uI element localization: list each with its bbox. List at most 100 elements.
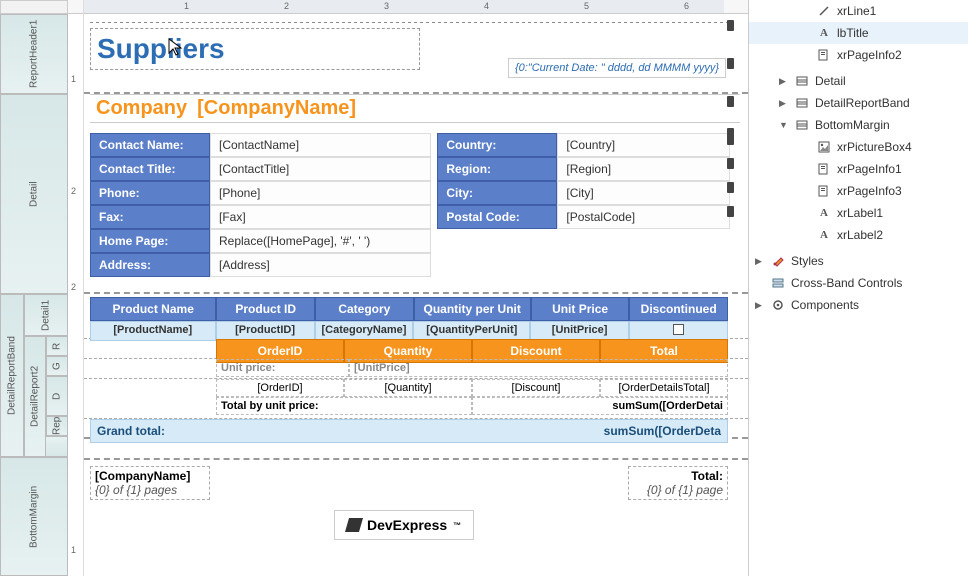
band-blank-sep <box>84 439 748 460</box>
band-label-detailreport2[interactable]: DetailReport2 <box>24 336 46 457</box>
unitprice-val[interactable]: [UnitPrice] <box>349 359 728 377</box>
order-row[interactable]: [OrderID] [Quantity] [Discount] [OrderDe… <box>216 379 728 397</box>
th-productname[interactable]: Product Name <box>90 297 216 321</box>
styles-icon <box>771 254 785 268</box>
footer-pages-expr: {0} of {1} pages <box>95 483 205 497</box>
band-label-bottommargin[interactable]: BottomMargin <box>0 457 68 576</box>
tree-item-xrlabel1[interactable]: AxrLabel1 <box>749 202 968 224</box>
band-sub-g-body[interactable]: Unit price: [UnitPrice] <box>84 359 748 379</box>
field-value[interactable]: [Fax] <box>210 205 431 229</box>
field-label: Region: <box>437 157 557 181</box>
field-value[interactable]: [Region] <box>557 157 730 181</box>
td[interactable]: [CategoryName] <box>315 321 414 341</box>
th-category[interactable]: Category <box>315 297 414 321</box>
tree-item-components[interactable]: ▶Components <box>749 294 968 316</box>
field-label: Fax: <box>90 205 210 229</box>
canvas[interactable]: 1 2 3 4 5 6 Suppliers {0:"Current Date: … <box>84 0 748 576</box>
band-label-nested: DetailReportBand Detail1 DetailReport2 R… <box>0 294 68 457</box>
td[interactable]: [Quantity] <box>344 379 472 397</box>
band-label-reportheader[interactable]: ReportHeader1 <box>0 14 68 94</box>
field-value[interactable]: [ContactTitle] <box>210 157 431 181</box>
td[interactable]: [Discount] <box>472 379 600 397</box>
vertical-ruler: 1 2 2 1 <box>68 0 84 576</box>
field-value[interactable]: [City] <box>557 181 730 205</box>
pic-icon <box>817 140 831 154</box>
hruler-num: 4 <box>484 1 489 11</box>
expand-arrow-icon[interactable]: ▶ <box>755 256 765 267</box>
field-value[interactable]: Replace([HomePage], '#', ' ') <box>210 229 431 253</box>
band-sub-rep-body[interactable]: Grand total: sumSum([OrderDeta <box>84 419 748 439</box>
band-label-gutter: ReportHeader1 Detail DetailReportBand De… <box>0 0 68 576</box>
td[interactable]: [OrderID] <box>216 379 344 397</box>
footer-total[interactable]: Total: {0} of {1} page <box>628 466 728 500</box>
band-sub-r-body[interactable]: OrderID Quantity Discount Total <box>84 339 748 359</box>
expand-arrow-icon[interactable]: ▶ <box>779 98 789 109</box>
hruler-num: 1 <box>184 1 189 11</box>
field-value[interactable]: [Address] <box>210 253 431 277</box>
th-discontinued[interactable]: Discontinued <box>629 297 728 321</box>
A-icon: A <box>817 206 831 220</box>
tree-item-bottommargin[interactable]: ▼ BottomMargin <box>749 114 968 136</box>
band-detail1-body[interactable]: Product Name Product ID Category Quantit… <box>84 297 748 339</box>
devexpress-logo[interactable]: DevExpress™ <box>334 510 474 540</box>
tree-item-xrpageinfo3[interactable]: xrPageInfo3 <box>749 180 968 202</box>
company-expr[interactable]: [CompanyName] <box>197 97 356 120</box>
tree-item-label: BottomMargin <box>815 118 890 132</box>
tm-mark: ™ <box>453 521 461 530</box>
band-sub-d[interactable]: D <box>46 376 68 416</box>
field-value[interactable]: [Phone] <box>210 181 431 205</box>
field-value[interactable]: [ContactName] <box>210 133 431 157</box>
band-sub-g[interactable]: G <box>46 356 68 376</box>
td[interactable]: [ProductID] <box>216 321 315 341</box>
band-bottommargin-body[interactable]: [CompanyName] {0} of {1} pages Total: {0… <box>84 460 748 576</box>
th-unitprice[interactable]: Unit Price <box>531 297 630 321</box>
tree-item-xrpicturebox4[interactable]: xrPictureBox4 <box>749 136 968 158</box>
field-label: Contact Title: <box>90 157 210 181</box>
company-label: Company <box>96 97 187 120</box>
line-icon <box>817 4 831 18</box>
tree-item-lbtitle[interactable]: AlbTitle <box>749 22 968 44</box>
band-label-detail[interactable]: Detail <box>0 94 68 294</box>
footer-company[interactable]: [CompanyName] {0} of {1} pages <box>90 466 210 500</box>
tree-item-label: xrLabel1 <box>837 206 883 220</box>
tree-item-xrpageinfo1[interactable]: xrPageInfo1 <box>749 158 968 180</box>
band-sub-d-body[interactable]: [OrderID] [Quantity] [Discount] [OrderDe… <box>84 379 748 419</box>
expand-arrow-icon[interactable]: ▶ <box>755 300 765 311</box>
field-value[interactable]: [PostalCode] <box>557 205 730 229</box>
field-label: Phone: <box>90 181 210 205</box>
td-discontinued-checkbox[interactable] <box>629 321 728 341</box>
report-title[interactable]: Suppliers <box>90 28 420 70</box>
tree-item-detail[interactable]: ▶ Detail <box>749 70 968 92</box>
expand-arrow-icon[interactable]: ▶ <box>779 76 789 87</box>
th-productid[interactable]: Product ID <box>216 297 315 321</box>
report-explorer[interactable]: xrLine1AlbTitlexrPageInfo2 ▶ Detail ▶Detail… <box>748 0 968 576</box>
field-value[interactable]: [Country] <box>557 133 730 157</box>
total-by-unit-label: Total by unit price: <box>216 397 472 415</box>
band-detail-body[interactable]: Company [CompanyName] Contact Name:[Cont… <box>84 94 748 294</box>
band-label-detailreportband[interactable]: DetailReportBand <box>0 294 24 457</box>
tree-item-detailreportband[interactable]: ▶DetailReportBand <box>749 92 968 114</box>
band-sub-rep[interactable]: Rep <box>46 416 68 436</box>
td[interactable]: [OrderDetailsTotal] <box>600 379 728 397</box>
design-surface[interactable]: ReportHeader1 Detail DetailReportBand De… <box>0 0 748 576</box>
tree-item-xrline1[interactable]: xrLine1 <box>749 0 968 22</box>
tree-item-xrpageinfo2[interactable]: xrPageInfo2 <box>749 44 968 66</box>
tree-item-xrlabel2[interactable]: AxrLabel2 <box>749 224 968 246</box>
th-qtyperunit[interactable]: Quantity per Unit <box>414 297 531 321</box>
td[interactable]: [ProductName] <box>90 321 216 341</box>
A-icon: A <box>817 228 831 242</box>
products-row[interactable]: [ProductName] [ProductID] [CategoryName]… <box>90 321 728 341</box>
band-sub-r[interactable]: R <box>46 336 68 356</box>
tree-item-cross-band controls[interactable]: Cross-Band Controls <box>749 272 968 294</box>
current-date-box[interactable]: {0:"Current Date: " dddd, dd MMMM yyyy} <box>508 58 726 78</box>
tree-item-styles[interactable]: ▶Styles <box>749 250 968 272</box>
field-label: City: <box>437 181 557 205</box>
total-by-unit-val[interactable]: sumSum([OrderDetai <box>472 397 728 415</box>
expand-arrow-icon[interactable]: ▼ <box>779 120 789 130</box>
td[interactable]: [QuantityPerUnit] <box>413 321 530 341</box>
band-label-detail1[interactable]: Detail1 <box>24 294 68 336</box>
td[interactable]: [UnitPrice] <box>530 321 629 341</box>
tree-item-label: xrPageInfo3 <box>837 184 902 198</box>
detail-icon <box>795 96 809 110</box>
tree-item-label: Detail <box>815 74 846 88</box>
